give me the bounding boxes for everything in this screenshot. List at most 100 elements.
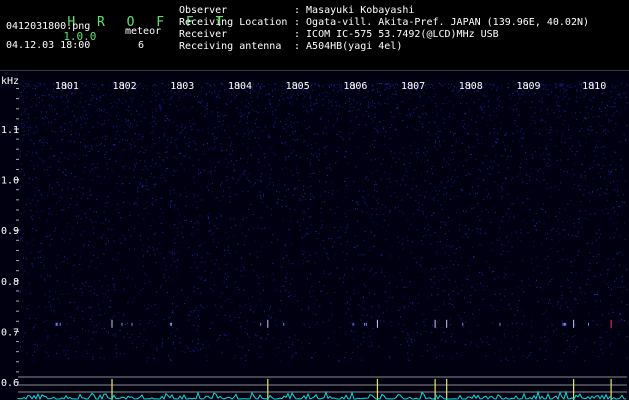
noise-dot <box>297 172 299 174</box>
noise-dot <box>325 91 327 93</box>
noise-dot <box>509 261 511 263</box>
noise-dot <box>231 176 233 178</box>
noise-dot <box>610 295 612 297</box>
noise-dot <box>74 104 75 106</box>
noise-dot <box>559 208 561 210</box>
noise-dot <box>208 230 210 232</box>
noise-dot <box>193 286 195 288</box>
noise-dot <box>331 101 333 103</box>
noise-dot <box>134 164 136 166</box>
noise-dot <box>379 121 381 123</box>
noise-dot <box>256 256 258 258</box>
noise-dot <box>437 199 439 201</box>
noise-dot <box>466 277 468 279</box>
noise-dot <box>57 160 59 162</box>
noise-dot <box>350 120 352 122</box>
noise-dot <box>27 117 29 119</box>
noise-dot <box>344 96 346 98</box>
noise-dot <box>507 251 509 252</box>
noise-dot <box>137 197 138 199</box>
noise-dot <box>608 121 610 123</box>
noise-dot <box>107 228 109 230</box>
noise-dot <box>453 133 455 135</box>
noise-dot <box>53 155 55 157</box>
noise-dot <box>322 321 324 323</box>
noise-dot <box>44 83 46 85</box>
noise-dot <box>218 121 220 122</box>
noise-dot <box>241 264 243 266</box>
noise-dot <box>161 343 163 345</box>
noise-dot <box>148 304 150 305</box>
noise-dot <box>483 95 485 97</box>
noise-dot <box>119 269 121 271</box>
noise-dot <box>579 96 581 98</box>
noise-dot <box>568 129 569 131</box>
y-axis-label: kHz <box>1 76 19 87</box>
noise-dot <box>325 127 327 129</box>
noise-dot <box>216 107 218 109</box>
noise-dot <box>450 83 452 85</box>
noise-dot <box>104 275 106 277</box>
noise-dot <box>149 254 151 256</box>
echo-dot <box>121 322 123 326</box>
noise-dot <box>160 208 162 210</box>
noise-dot <box>597 164 599 166</box>
noise-dot <box>38 189 40 191</box>
noise-dot <box>434 122 436 124</box>
noise-dot <box>230 145 231 146</box>
noise-dot <box>146 361 148 363</box>
noise-dot <box>576 90 578 92</box>
noise-dot <box>266 186 268 188</box>
noise-dot <box>409 97 411 99</box>
noise-dot <box>86 352 88 354</box>
noise-dot <box>591 351 593 353</box>
noise-dot <box>511 323 513 325</box>
noise-dot <box>588 130 590 132</box>
noise-dot <box>225 158 227 160</box>
noise-dot <box>49 290 51 292</box>
noise-dot <box>199 318 201 320</box>
noise-dot <box>185 132 187 134</box>
noise-dot <box>21 287 22 289</box>
noise-dot <box>606 331 607 333</box>
noise-dot <box>590 108 592 110</box>
noise-dot <box>409 163 411 165</box>
noise-dot <box>70 337 72 339</box>
noise-dot <box>585 94 587 96</box>
noise-dot <box>575 345 577 347</box>
noise-dot <box>567 94 569 96</box>
noise-dot <box>274 154 276 155</box>
noise-dot <box>279 85 281 87</box>
noise-dot <box>223 120 224 122</box>
time-tick-label: 1804 <box>228 81 252 92</box>
noise-dot <box>190 299 192 301</box>
noise-dot <box>284 142 285 144</box>
noise-dot <box>249 181 251 183</box>
noise-dot <box>415 323 417 324</box>
noise-dot <box>30 216 32 218</box>
noise-dot <box>366 176 368 178</box>
noise-dot <box>441 327 443 328</box>
noise-dot <box>571 177 573 179</box>
noise-dot <box>542 101 544 103</box>
noise-dot <box>274 88 276 90</box>
noise-dot <box>564 236 566 238</box>
noise-dot <box>215 166 216 168</box>
noise-dot <box>448 279 450 281</box>
noise-dot <box>559 90 561 92</box>
noise-dot <box>312 173 314 174</box>
noise-dot <box>347 227 349 228</box>
noise-dot <box>613 189 615 191</box>
noise-dot <box>342 106 344 108</box>
noise-dot <box>266 204 268 206</box>
noise-dot <box>28 225 29 227</box>
noise-dot <box>578 217 580 219</box>
noise-dot <box>386 230 388 232</box>
noise-dot <box>166 157 168 159</box>
noise-dot <box>218 268 220 270</box>
noise-dot <box>398 206 400 208</box>
noise-dot <box>24 124 25 126</box>
noise-dot <box>46 88 48 90</box>
noise-dot <box>421 355 423 357</box>
noise-dot <box>97 150 99 152</box>
